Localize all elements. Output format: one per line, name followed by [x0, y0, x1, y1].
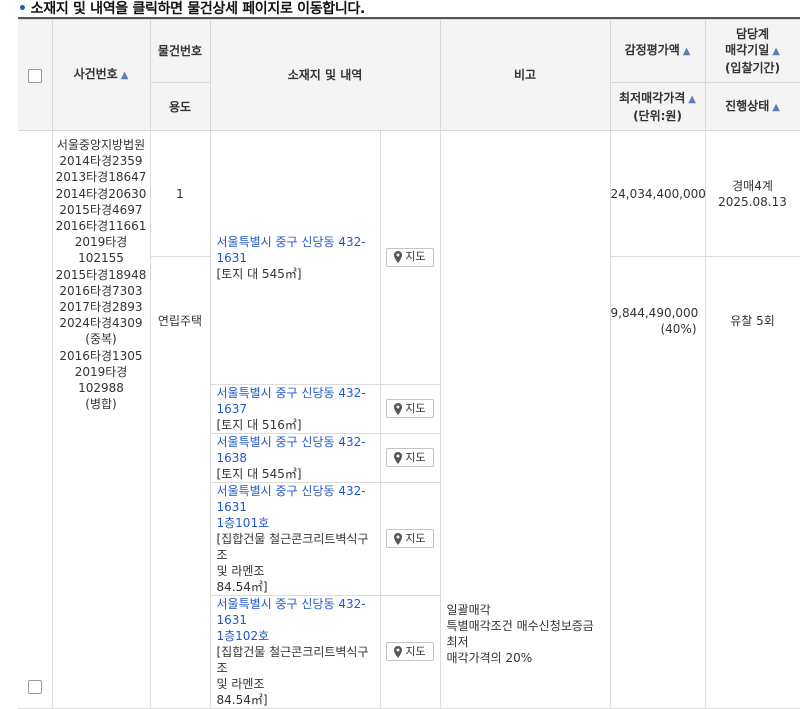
- address-unit-link[interactable]: 1층101호: [217, 515, 374, 531]
- sort-arrow-icon[interactable]: ▲: [688, 94, 696, 105]
- sort-arrow-icon[interactable]: ▲: [121, 70, 129, 81]
- dept-date-header[interactable]: 담당계 매각기일 ▲ (입찰기간): [704, 19, 800, 83]
- dept-date-cell: 경매4계 2025.08.13: [704, 130, 800, 257]
- address-detail: [토지 대 516㎡]: [216, 418, 302, 432]
- map-pin-icon: [394, 402, 403, 415]
- unit-label: (단위:원): [633, 108, 682, 123]
- case-number: 2016타경1305: [59, 348, 143, 363]
- map-pin-icon: [394, 251, 403, 264]
- map-cell: 지도: [379, 130, 441, 385]
- map-cell: 지도: [379, 482, 441, 596]
- address-detail: 및 라멘조: [216, 564, 265, 578]
- sale-date-label: 매각기일 ▲: [725, 43, 780, 57]
- appraisal-cell: 24,034,400,000: [609, 130, 706, 257]
- sort-arrow-icon[interactable]: ▲: [772, 46, 780, 57]
- address-detail: [토지 대 545㎡]: [216, 467, 302, 481]
- dept-value: 경매4계: [732, 178, 773, 193]
- map-button[interactable]: 지도: [386, 642, 434, 662]
- address-unit-link[interactable]: 1층102호: [217, 628, 374, 644]
- remark-line: 일괄매각: [446, 603, 491, 617]
- address-detail: 및 라멘조: [216, 677, 265, 691]
- case-number: 2015타경18948: [55, 267, 147, 282]
- case-number-header[interactable]: 사건번호 ▲: [51, 19, 151, 131]
- address-detail: 84.54㎡]: [216, 580, 268, 594]
- status-header[interactable]: 진행상태 ▲: [704, 82, 800, 131]
- min-price-header[interactable]: 최저매각가격 ▲ (단위:원): [609, 82, 706, 131]
- map-label: 지도: [405, 450, 426, 464]
- case-number: 2014타경20630: [55, 186, 147, 201]
- address-link[interactable]: 서울특별시 중구 신당동 432-1637: [217, 385, 374, 417]
- address-link[interactable]: 서울특별시 중구 신당동 432-1631: [217, 483, 374, 515]
- map-button[interactable]: 지도: [386, 529, 434, 549]
- min-price-cell: 9,844,490,000 (40%): [609, 256, 706, 709]
- item-number-cell: 1: [149, 130, 211, 257]
- address-link[interactable]: 서울특별시 중구 신당동 432-1638: [217, 434, 374, 466]
- address-cell[interactable]: 서울특별시 중구 신당동 432-1638 [토지 대 545㎡]: [210, 433, 381, 483]
- sort-arrow-icon[interactable]: ▲: [683, 46, 691, 57]
- bid-period-label: (입찰기간): [724, 61, 781, 75]
- address-cell[interactable]: 서울특별시 중구 신당동 432-1631 1층101호 [집합건물 철근콘크리…: [210, 482, 381, 596]
- case-numbers-cell: 서울중앙지방법원 2014타경2359 2013타경18647 2014타경20…: [51, 130, 151, 709]
- map-pin-icon: [394, 645, 403, 658]
- case-note: (중복): [85, 332, 117, 347]
- min-price-value: 9,844,490,000: [610, 306, 699, 320]
- case-note: (병합): [85, 397, 117, 412]
- court-name: 서울중앙지방법원: [56, 138, 146, 152]
- case-number: 2013타경18647: [55, 170, 147, 185]
- map-cell: 지도: [379, 433, 441, 483]
- item-number-header: 물건번호: [149, 19, 211, 83]
- bullet-dot: •: [18, 1, 27, 17]
- remark-header: 비고: [439, 19, 611, 131]
- address-cell[interactable]: 서울특별시 중구 신당동 432-1631 [토지 대 545㎡]: [209, 130, 381, 385]
- remark-line: 특별매각조건 매수신청보증금 최저: [446, 619, 594, 649]
- min-price-percent: (40%): [660, 322, 697, 336]
- address-link[interactable]: 서울특별시 중구 신당동 432-1631: [217, 596, 374, 628]
- map-cell: 지도: [379, 384, 441, 434]
- row-checkbox[interactable]: [27, 679, 42, 694]
- address-detail: 84.54㎡]: [216, 693, 268, 707]
- map-label: 지도: [405, 250, 426, 264]
- case-number: 2019타경102155: [74, 235, 128, 266]
- map-pin-icon: [394, 451, 403, 464]
- map-button[interactable]: 지도: [386, 448, 434, 468]
- auction-results-table: 사건번호 ▲ 물건번호 소재지 및 내역 비고 감정평가액 ▲ 담당계 매각기일 ▲ …: [18, 19, 800, 709]
- map-label: 지도: [405, 531, 426, 545]
- sale-date-value: 2025.08.13: [718, 194, 787, 209]
- map-cell: 지도: [379, 595, 441, 709]
- notice-label: 소재지 및 내역을 클릭하면 물건상세 페이지로 이동합니다.: [30, 1, 366, 17]
- case-number: 2017타경2893: [59, 300, 143, 315]
- address-detail: [집합건물 철근콘크리트벽식구조: [216, 645, 369, 675]
- sort-arrow-icon[interactable]: ▲: [772, 102, 780, 113]
- address-link[interactable]: 서울특별시 중구 신당동 432-1631: [217, 234, 374, 266]
- row-select-cell: [18, 130, 53, 709]
- address-cell[interactable]: 서울특별시 중구 신당동 432-1637 [토지 대 516㎡]: [210, 384, 381, 434]
- case-number: 2024타경4309: [59, 316, 143, 331]
- usage-cell: 연립주택: [150, 256, 211, 709]
- remark-line: 매각가격의 20%: [446, 651, 533, 665]
- address-detail: [토지 대 545㎡]: [216, 266, 302, 281]
- map-button[interactable]: 지도: [386, 399, 434, 419]
- case-number: 2015타경4697: [59, 202, 143, 217]
- map-label: 지도: [405, 401, 426, 415]
- map-label: 지도: [405, 644, 426, 658]
- status-cell: 유찰 5회: [704, 256, 800, 709]
- map-pin-icon: [394, 532, 403, 545]
- select-all-header: [18, 19, 53, 131]
- map-button[interactable]: 지도: [386, 247, 434, 267]
- usage-header: 용도: [150, 82, 211, 131]
- appraisal-header[interactable]: 감정평가액 ▲: [609, 19, 706, 83]
- case-number: 2019타경102988: [74, 364, 128, 396]
- select-all-checkbox[interactable]: [27, 68, 42, 83]
- case-number: 2014타경2359: [59, 154, 143, 169]
- case-number: 2016타경11661: [55, 219, 147, 234]
- remark-cell: 일괄매각 특별매각조건 매수신청보증금 최저 매각가격의 20%: [439, 130, 611, 709]
- notice-text: • 소재지 및 내역을 클릭하면 물건상세 페이지로 이동합니다.: [18, 0, 365, 18]
- address-detail: [집합건물 철근콘크리트벽식구조: [216, 532, 369, 562]
- address-cell[interactable]: 서울특별시 중구 신당동 432-1631 1층102호 [집합건물 철근콘크리…: [210, 595, 381, 709]
- dept-label: 담당계: [735, 27, 770, 41]
- case-number: 2016타경7303: [59, 283, 143, 298]
- location-header: 소재지 및 내역: [209, 19, 441, 131]
